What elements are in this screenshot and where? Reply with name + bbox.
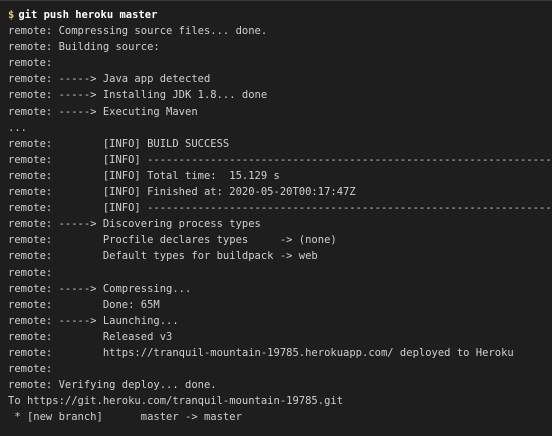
output-line: remote: -----> Executing Maven — [8, 105, 198, 118]
command-line: $ git push heroku master — [8, 7, 552, 23]
output-line: * [new branch] master -> master — [8, 411, 242, 424]
output-line: remote: — [8, 266, 53, 279]
output-line: remote: Done: 65M — [8, 298, 160, 311]
command-text: git push heroku master — [18, 9, 158, 21]
prompt-symbol: $ — [8, 9, 15, 21]
output-line: remote: [INFO] Finished at: 2020-05-20T0… — [8, 186, 356, 199]
output-line: To https://git.heroku.com/tranquil-mount… — [8, 395, 344, 408]
output-line: remote: — [8, 57, 53, 70]
output-line: remote: Released v3 — [8, 330, 173, 343]
output-line: remote: -----> Installing JDK 1.8... don… — [8, 89, 268, 102]
terminal-window[interactable]: $ git push heroku master remote: Compress… — [0, 0, 552, 436]
output-line: remote: -----> Java app detected — [8, 73, 211, 86]
output-line: remote: Procfile declares types -> (none… — [8, 234, 337, 247]
output-line: remote: [INFO] -------------------------… — [8, 202, 552, 215]
output-line: remote: Default types for buildpack -> w… — [8, 250, 318, 263]
output-line: remote: [INFO] -------------------------… — [8, 153, 552, 166]
output-line: remote: -----> Discovering process types — [8, 218, 261, 231]
output-line: ... — [8, 121, 27, 134]
output-line: remote: Verifying deploy... done. — [8, 379, 217, 392]
output-line: remote: — [8, 363, 53, 376]
output-line: remote: -----> Launching... — [8, 314, 179, 327]
output-line: remote: https://tranquil-mountain-19785.… — [8, 346, 514, 359]
output-line: remote: -----> Compressing... — [8, 282, 192, 295]
output-line: remote: [INFO] BUILD SUCCESS — [8, 137, 230, 150]
output-line: remote: [INFO] Total time: 15.129 s — [8, 169, 280, 182]
output-line: remote: Building source: — [8, 41, 160, 54]
output-line: remote: Compressing source files... done… — [8, 25, 268, 38]
